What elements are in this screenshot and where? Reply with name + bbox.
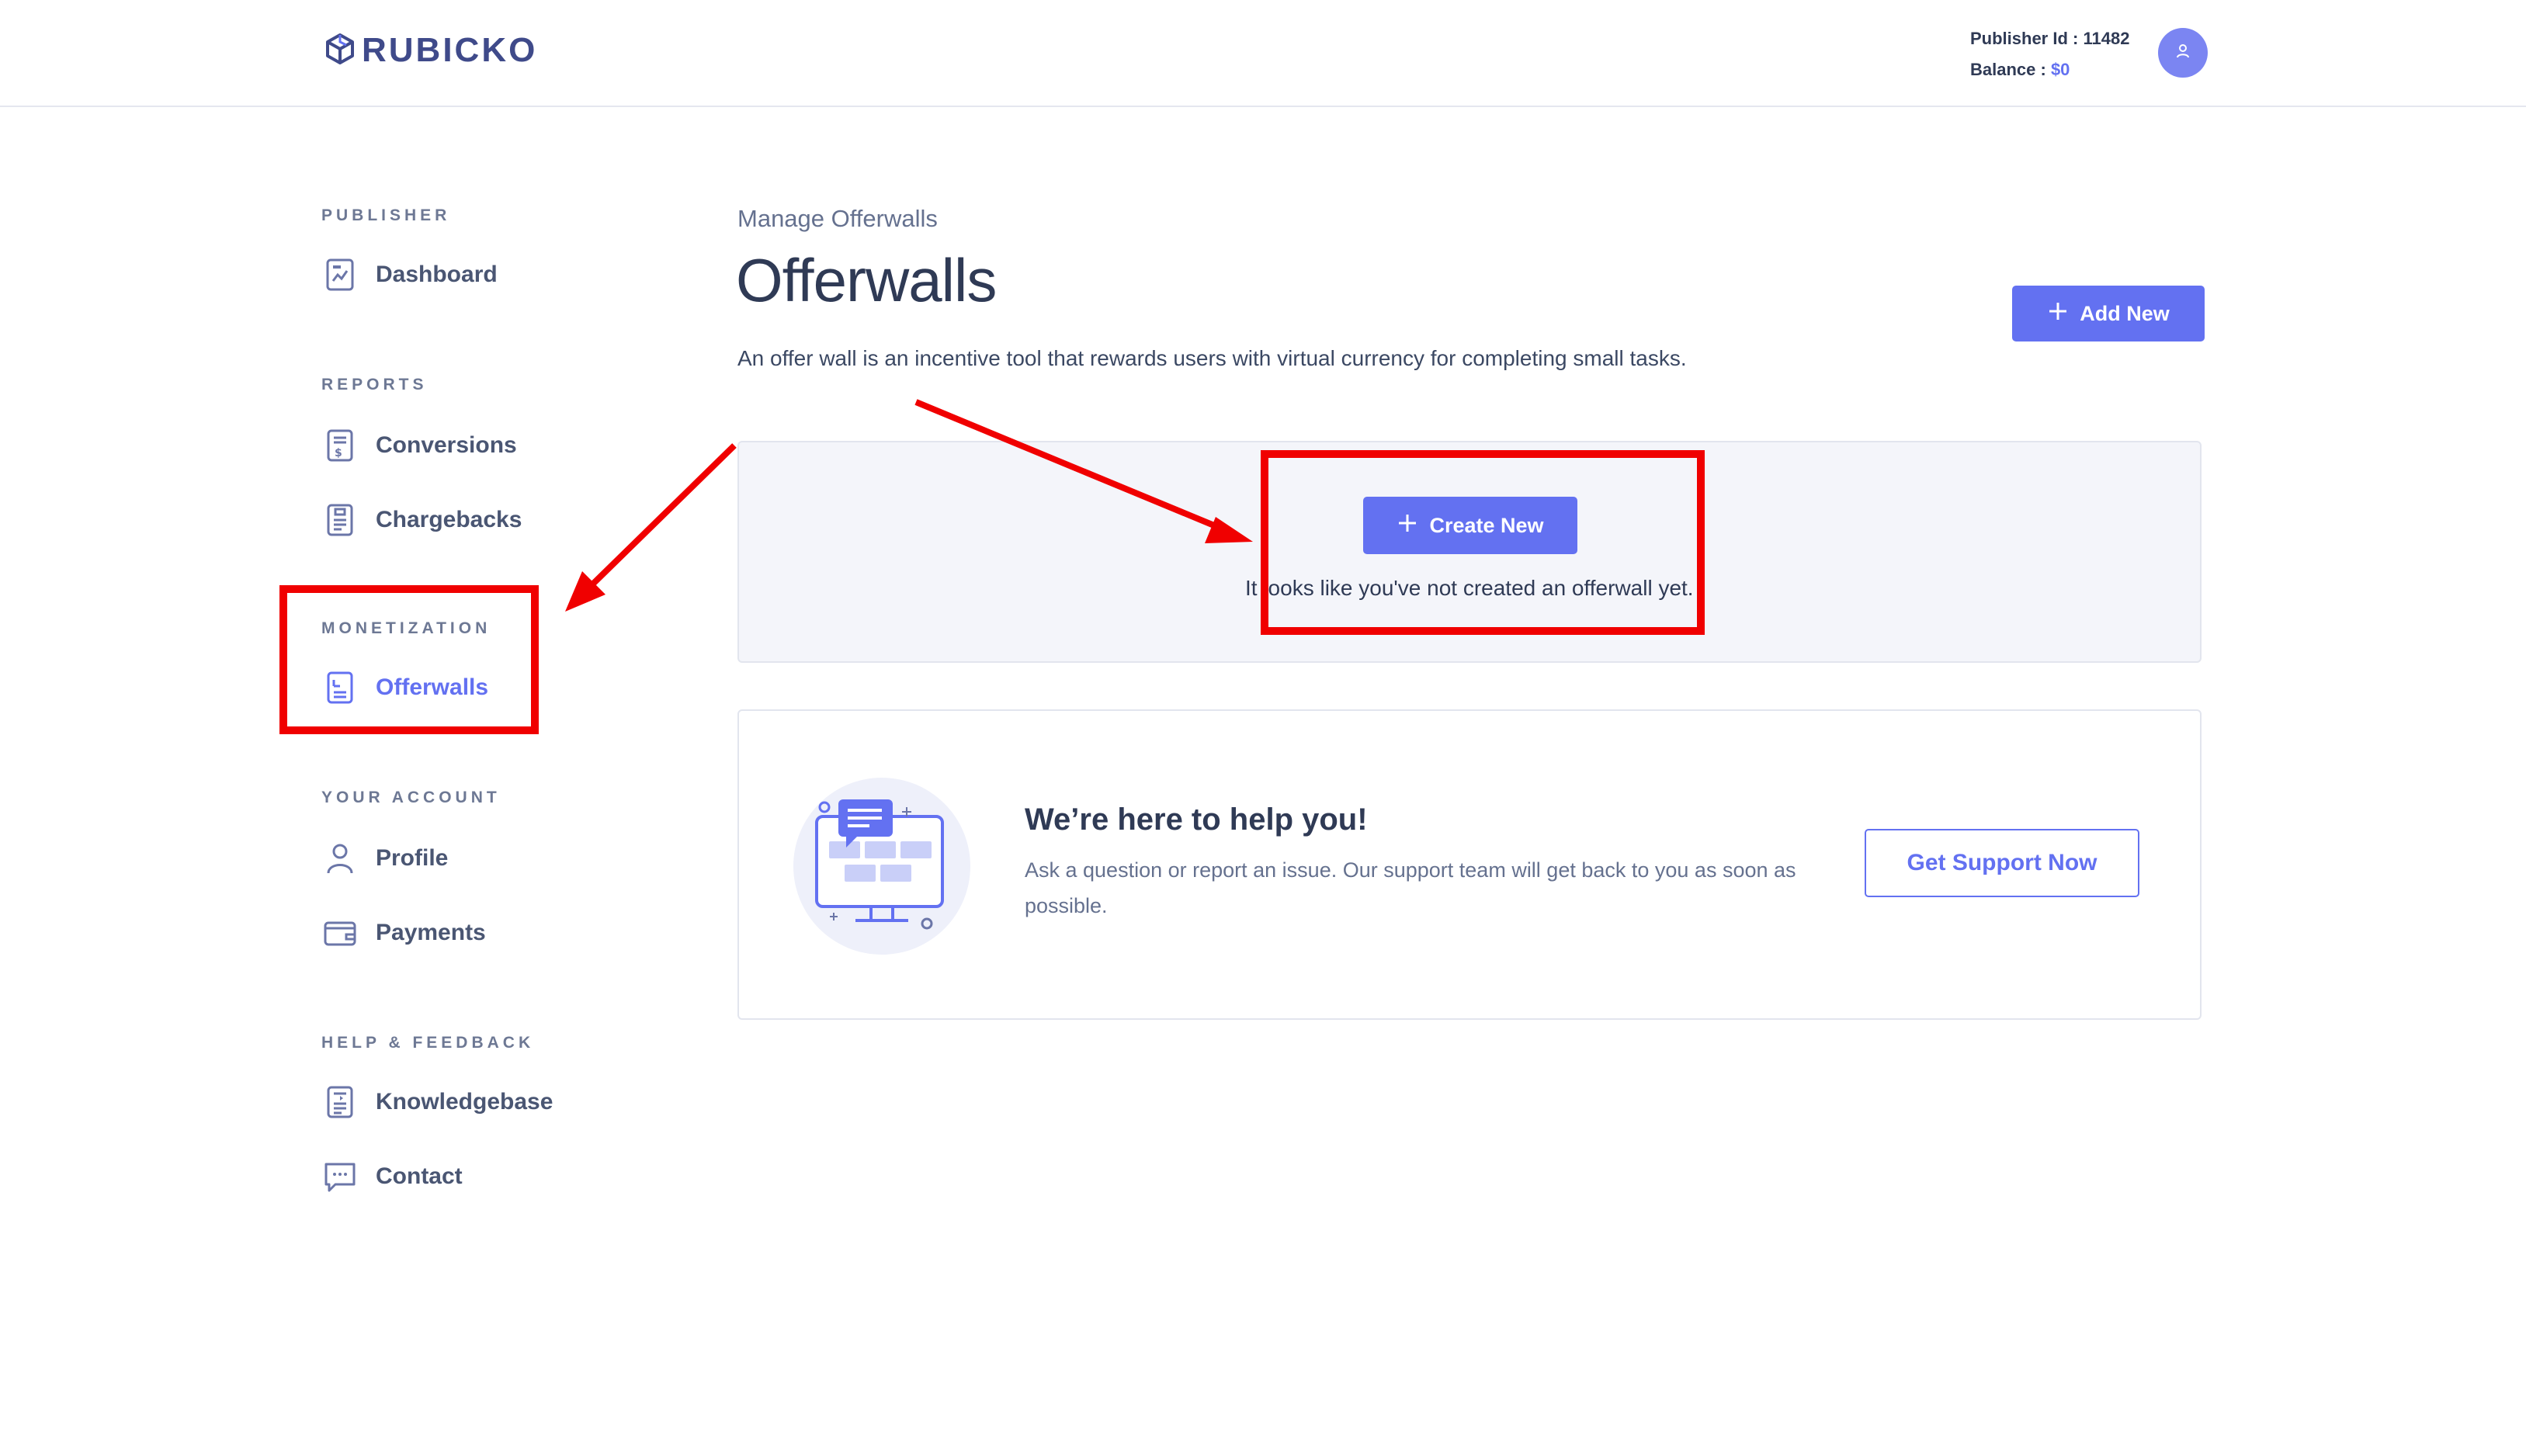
user-icon <box>2174 43 2191 64</box>
section-label-your-account: YOUR ACCOUNT <box>321 789 501 806</box>
chat-icon <box>321 1158 359 1195</box>
book-icon <box>321 1083 359 1121</box>
create-new-label: Create New <box>1429 513 1544 537</box>
logo[interactable]: RUBICKO <box>323 31 537 70</box>
plus-icon <box>1397 512 1418 539</box>
top-header: RUBICKO Publisher Id : 11482 Balance : $… <box>0 0 2526 107</box>
sidebar-item-offerwalls[interactable]: Offerwalls <box>321 669 488 706</box>
breadcrumb: Manage Offerwalls <box>737 205 938 232</box>
dashboard-icon <box>321 256 359 293</box>
sidebar-item-payments[interactable]: Payments <box>321 914 486 952</box>
publisher-info: Publisher Id : 11482 Balance : $0 <box>1970 23 2129 85</box>
logo-text: RUBICKO <box>362 31 538 69</box>
avatar[interactable] <box>2158 28 2208 78</box>
logo-cube-icon <box>323 32 357 70</box>
section-label-reports: REPORTS <box>321 376 428 393</box>
plus-icon <box>2047 300 2069 328</box>
section-label-help-feedback: HELP & FEEDBACK <box>321 1034 535 1052</box>
sidebar-item-label: Chargebacks <box>376 507 522 532</box>
support-illustration <box>790 776 973 956</box>
get-support-button[interactable]: Get Support Now <box>1865 829 2139 897</box>
sidebar-item-label: Conversions <box>376 432 517 458</box>
sidebar-item-contact[interactable]: Contact <box>321 1158 463 1195</box>
sidebar-item-label: Contact <box>376 1163 463 1189</box>
sidebar-item-label: Offerwalls <box>376 674 489 700</box>
help-text: Ask a question or report an issue. Our s… <box>1025 858 1796 917</box>
publisher-id: Publisher Id : 11482 <box>1970 23 2129 54</box>
svg-text:$: $ <box>335 447 342 459</box>
publisher-id-value: 11482 <box>2083 29 2130 48</box>
section-label-monetization: MONETIZATION <box>321 619 491 637</box>
sidebar-item-label: Knowledgebase <box>376 1089 553 1115</box>
empty-state-message: It looks like you've not created an offe… <box>1245 576 1694 600</box>
invoice-icon: $ <box>321 427 359 464</box>
annotation-box-offerwalls <box>279 585 539 734</box>
document-icon <box>321 669 359 706</box>
add-new-label: Add New <box>2080 301 2170 325</box>
sidebar-item-label: Profile <box>376 845 449 871</box>
receipt-icon <box>321 501 359 539</box>
sidebar-item-label: Dashboard <box>376 262 498 287</box>
create-new-button[interactable]: Create New <box>1363 497 1577 554</box>
sidebar-item-profile[interactable]: Profile <box>321 840 448 877</box>
page-title: Offerwalls <box>736 246 997 314</box>
balance-value: $0 <box>2050 60 2070 79</box>
balance-label: Balance : <box>1970 60 2051 79</box>
sidebar-item-knowledgebase[interactable]: Knowledgebase <box>321 1083 553 1121</box>
add-new-button[interactable]: Add New <box>2012 286 2205 341</box>
sidebar-item-dashboard[interactable]: Dashboard <box>321 256 498 293</box>
balance: Balance : $0 <box>1970 54 2129 85</box>
publisher-id-label: Publisher Id : <box>1970 29 2084 48</box>
page-description: An offer wall is an incentive tool that … <box>737 346 1687 370</box>
annotation-arrow-left <box>565 443 737 612</box>
sidebar-item-label: Payments <box>376 920 486 945</box>
wallet-icon <box>321 914 359 952</box>
sidebar-item-conversions[interactable]: $ Conversions <box>321 427 517 464</box>
sidebar-item-chargebacks[interactable]: Chargebacks <box>321 501 522 539</box>
user-icon <box>321 840 359 877</box>
help-title: We’re here to help you! <box>1025 803 1368 837</box>
section-label-publisher: PUBLISHER <box>321 206 451 224</box>
